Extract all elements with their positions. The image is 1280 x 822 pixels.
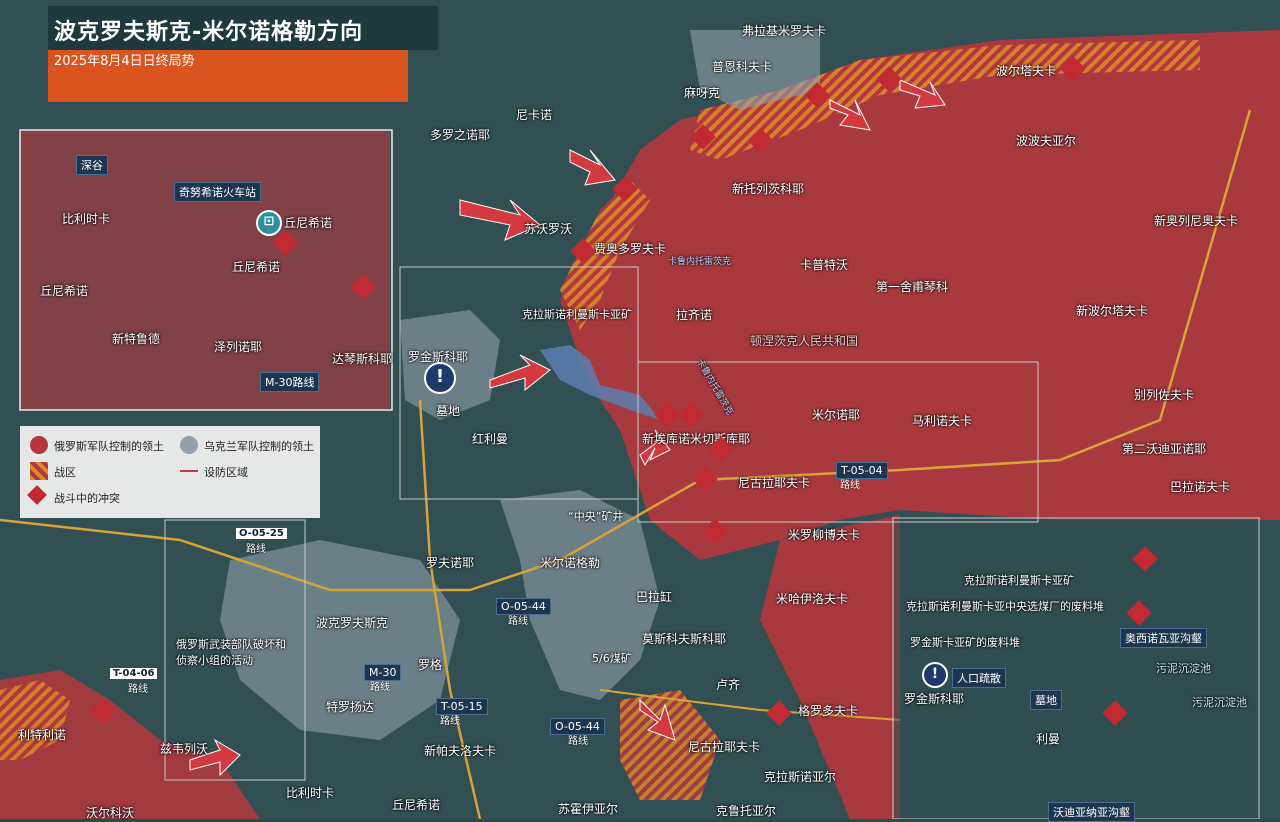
inset-left-label: 达琴斯科耶 [332,352,393,366]
place-label: 新埃库诺米切斯库耶 [642,432,751,446]
place-label: 苏沃罗沃 [524,222,573,236]
place-label: 利特利诺 [18,728,67,742]
place-label: 波克罗夫斯克 [316,616,389,630]
place-label: 克拉斯诺利曼斯卡亚矿 [522,308,632,321]
place-label: 马利诺夫卡 [912,414,973,428]
legend-ukraine-label: 乌克兰军队控制的领土 [204,440,314,453]
region-label: 顿涅茨克人民共和国 [750,334,859,348]
station-icon: ⊡ [256,210,282,236]
place-label: 新奥列尼奥夫卡 [1154,214,1239,228]
inset-right-label: 克拉斯诺利曼斯卡亚中央选煤厂的废料堆 [906,600,1104,613]
legend-defense-label: 设防区域 [204,466,248,479]
road-badge-sub: 路线 [840,480,860,491]
place-label: 第二沃迪亚诺耶 [1122,442,1207,456]
place-label: 巴拉缸 [636,590,673,604]
place-label: 第一舍甫琴科 [876,280,949,294]
inset-right-label: 污泥沉淀池 [1192,696,1247,709]
page-title: 波克罗夫斯克-米尔诺格勒方向 [54,20,364,45]
place-label: 米尔诺耶 [812,408,861,422]
place-label: 米罗柳博夫卡 [788,528,861,542]
clash-icon [27,485,47,505]
place-label: 罗夫诺耶 [426,556,475,570]
river-label: 卡鲁内托雷茨克 [668,257,732,267]
header-panel: 波克罗夫斯克-米尔诺格勒方向 2025年8月4日日终局势 [48,6,438,102]
place-label: 新波尔塔夫卡 [1076,304,1149,318]
legend: 俄罗斯军队控制的领土 乌克兰军队控制的领土 战区 设防区域 战斗中的冲突 [20,426,320,518]
inset-right-label: 沃迪亚纳亚沟壑 [1048,802,1135,822]
inset-left-label: 比利时卡 [62,212,111,226]
inset-right-label: 墓地 [1030,690,1062,710]
place-label: 麻呀克 [684,86,721,100]
inset-right-label: 罗金斯卡亚矿的废料堆 [910,636,1020,649]
place-label: 苏霍伊亚尔 [558,802,619,816]
place-label: 拉齐诺 [676,308,713,322]
place-label: 特罗扬达 [326,700,375,714]
inset-right-label: 人口疏散 [952,668,1006,688]
road-badge-sub: 路线 [508,616,528,627]
place-label: 新帕夫洛夫卡 [424,744,497,758]
place-label: 卢齐 [716,678,741,692]
place-label: 莫斯科夫斯科耶 [642,632,727,646]
place-label: 米哈伊洛夫卡 [776,592,849,606]
place-label: 克拉斯诺亚尔 [764,770,837,784]
road-badge-sub: 路线 [370,682,390,693]
inset-left-label: M-30路线 [260,372,320,392]
road-badge: T-04-06 [110,668,158,679]
page-date: 2025年8月4日日终局势 [54,54,195,69]
inset-left-label: 丘尼希诺 [232,260,281,274]
legend-clash-label: 战斗中的冲突 [54,492,120,505]
inset-left-label: 丘尼希诺 [40,284,89,298]
inset-right-label: 罗金斯科耶 [904,692,965,706]
place-label: 红利曼 [472,432,509,446]
road-badge-sub: 路线 [246,544,266,555]
place-label: 兹韦列沃 [160,742,209,756]
inset-left-label: 奇努希诺火车站 [174,182,261,202]
place-label: 尼卡诺 [516,108,553,122]
place-label: 格罗多夫卡 [798,704,859,718]
road-badge: O-05-25 [236,528,287,539]
place-label: 尼古拉耶夫卡 [688,740,761,754]
legend-ukraine-swatch [180,436,198,454]
inset-left-label: 新特鲁德 [112,332,161,346]
road-badge-sub: 路线 [128,684,148,695]
place-label: 别列佐夫卡 [1134,388,1195,402]
place-label: 比利时卡 [286,786,335,800]
inset-left-label: 丘尼希诺 [284,216,333,230]
place-label: 卡普特沃 [800,258,849,272]
inset-right-label: 利曼 [1036,732,1061,746]
legend-combat-label: 战区 [54,466,76,479]
place-label: 巴拉诺夫卡 [1170,480,1231,494]
place-label: 尼古拉耶夫卡 [738,476,811,490]
place-label: “中央”矿井 [568,510,624,523]
warning-icon: ! [922,662,948,688]
place-label: 米尔诺格勒 [540,556,601,570]
place-label: 波波夫亚尔 [1016,134,1077,148]
legend-combat-swatch [30,462,48,480]
place-label: 克鲁托亚尔 [716,804,777,818]
place-label: 费奥多罗夫卡 [594,242,667,256]
warning-icon: ! [424,362,456,394]
inset-right-label: 奥西诺瓦亚沟壑 [1120,628,1207,648]
place-label: 丘尼希诺 [392,798,441,812]
inset-left-label: 泽列诺耶 [214,340,263,354]
place-label: 普恩科夫卡 [712,60,773,74]
place-label: 5/6煤矿 [592,652,632,665]
place-label: 沃尔科沃 [86,806,135,820]
legend-russian-label: 俄罗斯军队控制的领土 [54,440,164,453]
place-label: 墓地 [436,404,461,418]
inset-left-label: 深谷 [76,155,108,175]
map-canvas[interactable] [0,0,1280,819]
inset-right-label: 克拉斯诺利曼斯卡亚矿 [964,574,1074,587]
place-label: 新托列茨科耶 [732,182,805,196]
road-badge-sub: 路线 [568,736,588,747]
place-label: 弗拉基米罗夫卡 [742,24,827,38]
place-label: 罗格 [418,658,443,672]
legend-defense-swatch [180,470,198,472]
place-label: 俄罗斯武装部队破坏和侦察小组的活动 [176,638,286,667]
inset-right-label: 污泥沉淀池 [1156,662,1211,675]
place-label: 波尔塔夫卡 [996,64,1057,78]
legend-russian-swatch [30,436,48,454]
place-label: 多罗之诺耶 [430,128,491,142]
road-badge-sub: 路线 [440,716,460,727]
